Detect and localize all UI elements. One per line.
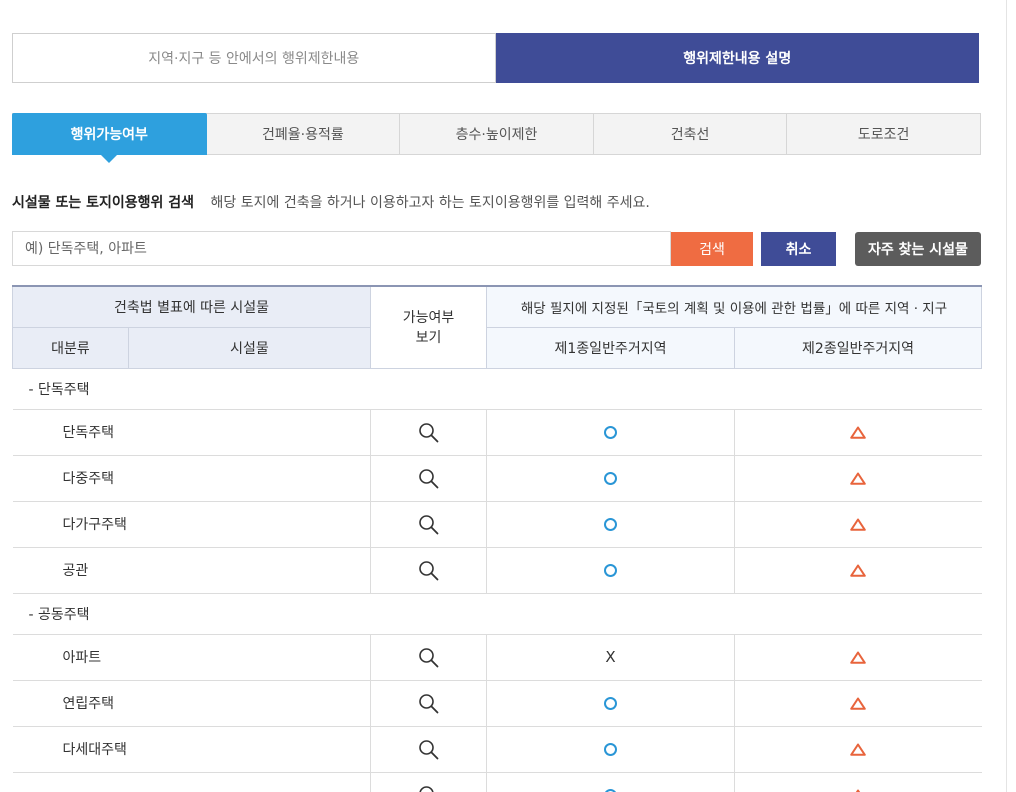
toggle-restriction-explanation[interactable]: 행위제한내용 설명	[495, 33, 979, 83]
facility-name: 아파트	[12, 634, 371, 681]
facility-row: 아파트 X	[12, 634, 982, 681]
tab-road-condition[interactable]: 도로조건	[787, 114, 980, 154]
magnifier-icon	[419, 514, 439, 534]
permissibility-table: 건축법 별표에 따른 시설물 가능여부 보기 해당 필지에 지정된「국토의 계획…	[12, 285, 983, 792]
facility-row: 다가구주택	[12, 501, 982, 548]
zone-1-permissibility	[486, 547, 735, 594]
conditional-triangle-icon	[855, 789, 861, 792]
magnifier-icon	[419, 739, 439, 759]
facility-name: 다중주택	[12, 455, 371, 502]
search-title: 시설물 또는 토지이용행위 검색	[12, 195, 195, 211]
facility-search-input[interactable]	[12, 231, 671, 266]
header-facility-group: 건축법 별표에 따른 시설물	[12, 285, 371, 328]
magnifier-icon	[419, 785, 434, 792]
facility-name: 단독주택	[12, 409, 371, 456]
facility-name	[12, 772, 371, 792]
search-button[interactable]: 검색	[671, 232, 753, 266]
possible-circle-icon	[604, 742, 617, 756]
zone-1-permissibility	[486, 772, 735, 792]
header-zone-1: 제1종일반주거지역	[486, 326, 735, 369]
tab-coverage-floor-ratio[interactable]: 건폐율·용적률	[207, 114, 401, 154]
cancel-button[interactable]: 취소	[761, 232, 836, 266]
magnifier-icon	[419, 468, 439, 488]
facility-row: 단독주택	[12, 409, 982, 456]
magnifier-icon	[419, 693, 439, 713]
conditional-triangle-icon	[850, 472, 867, 485]
category-label: - 공동주택	[12, 593, 982, 635]
facility-name: 연립주택	[12, 680, 371, 727]
toggle-restriction-content[interactable]: 지역·지구 등 안에서의 행위제한내용	[12, 33, 496, 83]
table-body: - 단독주택 단독주택 다중주택 다가구주택 공관 - 공동주택 아파트 X 연립주택 다세대주택	[12, 368, 982, 792]
search-description: 해당 토지에 건축을 하거나 이용하고자 하는 토지이용행위를 입력해 주세요.	[210, 195, 650, 211]
category-row: - 공동주택	[12, 593, 982, 635]
facility-name: 공관	[12, 547, 371, 594]
magnifier-icon	[419, 422, 439, 442]
facility-name: 다세대주택	[12, 726, 371, 773]
header-zone-group: 해당 필지에 지정된「국토의 계획 및 이용에 관한 법률」에 따른 지역 · …	[485, 285, 983, 328]
zone-2-permissibility	[733, 772, 982, 792]
header-view: 가능여부 보기	[370, 285, 487, 369]
zone-1-permissibility	[486, 680, 735, 727]
zone-1-permissibility	[486, 726, 735, 773]
facility-row	[12, 772, 982, 792]
category-label: - 단독주택	[12, 368, 982, 410]
view-permissibility-button[interactable]	[370, 772, 487, 792]
zone-2-permissibility	[733, 680, 982, 727]
tab-building-line[interactable]: 건축선	[594, 114, 788, 154]
zone-1-permissibility	[486, 455, 735, 502]
possible-circle-icon	[604, 696, 617, 710]
conditional-triangle-icon	[850, 426, 867, 439]
zone-2-permissibility	[733, 726, 982, 773]
tab-height-limit[interactable]: 층수·높이제한	[400, 114, 594, 154]
zone-2-permissibility	[733, 634, 982, 681]
possible-circle-icon	[604, 788, 617, 792]
view-permissibility-button[interactable]	[370, 680, 487, 727]
header-facility: 시설물	[128, 326, 371, 369]
zone-2-permissibility	[733, 455, 982, 502]
zone-2-permissibility	[733, 547, 982, 594]
magnifier-icon	[419, 560, 439, 580]
view-toggle: 지역·지구 등 안에서의 행위제한내용 행위제한내용 설명	[12, 33, 979, 83]
possible-circle-icon	[604, 425, 617, 439]
zone-1-permissibility	[486, 501, 735, 548]
possible-circle-icon	[604, 471, 617, 485]
view-permissibility-button[interactable]	[370, 409, 487, 456]
view-permissibility-button[interactable]	[370, 726, 487, 773]
page-edge-divider	[1006, 0, 1007, 792]
search-guide: 시설물 또는 토지이용행위 검색 해당 토지에 건축을 하거나 이용하고자 하는…	[12, 192, 650, 212]
facility-row: 다중주택	[12, 455, 982, 502]
conditional-triangle-icon	[850, 518, 867, 531]
header-category: 대분류	[12, 326, 129, 369]
facility-name: 다가구주택	[12, 501, 371, 548]
sub-tab-bar: 행위가능여부 건폐율·용적률 층수·높이제한 건축선 도로조건	[12, 113, 981, 163]
zone-2-permissibility	[733, 501, 982, 548]
view-permissibility-button[interactable]	[370, 455, 487, 502]
magnifier-icon	[419, 647, 439, 667]
impossible-x-mark: X	[605, 648, 616, 666]
view-permissibility-button[interactable]	[370, 501, 487, 548]
category-row: - 단독주택	[12, 368, 982, 410]
view-permissibility-button[interactable]	[370, 547, 487, 594]
frequent-facilities-button[interactable]: 자주 찾는 시설물	[855, 232, 981, 266]
conditional-triangle-icon	[850, 743, 867, 756]
conditional-triangle-icon	[850, 651, 867, 664]
possible-circle-icon	[604, 517, 617, 531]
conditional-triangle-icon	[850, 697, 867, 710]
conditional-triangle-icon	[850, 564, 867, 577]
zone-1-permissibility	[486, 409, 735, 456]
zone-1-permissibility: X	[486, 634, 735, 681]
facility-row: 공관	[12, 547, 982, 594]
facility-row: 다세대주택	[12, 726, 982, 773]
possible-circle-icon	[604, 563, 617, 577]
header-zone-2: 제2종일반주거지역	[733, 326, 983, 369]
zone-2-permissibility	[733, 409, 982, 456]
facility-row: 연립주택	[12, 680, 982, 727]
tab-permissibility[interactable]: 행위가능여부	[12, 113, 207, 163]
view-permissibility-button[interactable]	[370, 634, 487, 681]
